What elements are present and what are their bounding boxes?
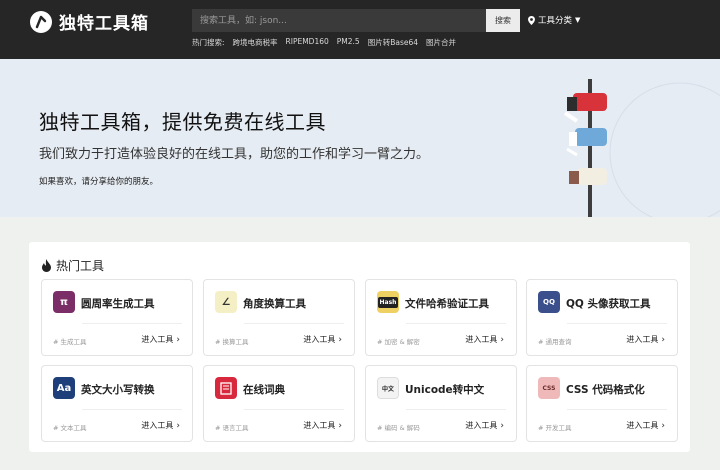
enter-tool-link[interactable]: 进入工具 › — [626, 420, 665, 431]
category-label: 工具分类 — [538, 16, 573, 26]
top-header: 独特工具箱 搜索 工具分类 ▼ 热门搜索: 跨境电商税率 RIPEMD160 P… — [0, 0, 720, 59]
tool-name: 在线词典 — [243, 384, 285, 396]
hot-search-item[interactable]: 图片合并 — [426, 37, 456, 48]
tool-card-css[interactable]: CSS CSS 代码格式化 # 开发工具 进入工具 › — [526, 365, 678, 442]
tool-tag: # 语言工具 — [215, 424, 249, 432]
fire-icon — [42, 259, 51, 272]
tool-tag: # 编码 & 解码 — [377, 424, 420, 432]
tool-name: CSS 代码格式化 — [566, 384, 645, 396]
hero-subtitle: 我们致力于打造体验良好的在线工具，助您的工作和学习一臂之力。 — [39, 147, 430, 162]
qq-icon: QQ — [538, 291, 560, 313]
chevron-right-icon: › — [500, 335, 504, 345]
tool-card-dictionary[interactable]: 在线词典 # 语言工具 进入工具 › — [203, 365, 355, 442]
tool-tag: # 生成工具 — [53, 338, 87, 346]
tool-name: 圆周率生成工具 — [81, 298, 155, 310]
tool-card-case[interactable]: Aa 英文大小写转换 # 文本工具 进入工具 › — [41, 365, 193, 442]
tool-card-angle[interactable]: ∠ 角度换算工具 # 换算工具 进入工具 › — [203, 279, 355, 356]
tool-category-dropdown[interactable]: 工具分类 ▼ — [528, 14, 580, 26]
tool-tag: # 通用查询 — [538, 338, 572, 346]
divider — [82, 409, 182, 410]
chevron-right-icon: › — [338, 335, 342, 345]
enter-tool-link[interactable]: 进入工具 › — [303, 420, 342, 431]
hot-search-item[interactable]: RIPEMD160 — [286, 37, 329, 48]
divider — [82, 323, 182, 324]
chevron-right-icon: › — [661, 335, 665, 345]
enter-tool-link[interactable]: 进入工具 › — [141, 420, 180, 431]
chevron-right-icon: › — [500, 421, 504, 431]
site-name: 独特工具箱 — [59, 14, 149, 34]
enter-tool-link[interactable]: 进入工具 › — [141, 334, 180, 345]
divider — [567, 409, 667, 410]
tool-tag: # 加密 & 解密 — [377, 338, 420, 346]
tool-card-hash[interactable]: Hash 文件哈希验证工具 # 加密 & 解密 进入工具 › — [365, 279, 517, 356]
enter-tool-link[interactable]: 进入工具 › — [303, 334, 342, 345]
tool-tag: # 文本工具 — [53, 424, 87, 432]
chevron-right-icon: › — [176, 421, 180, 431]
tool-name: Unicode转中文 — [405, 384, 485, 396]
hot-search-item[interactable]: 图片转Base64 — [368, 37, 418, 48]
hero-banner: 独特工具箱，提供免费在线工具 我们致力于打造体验良好的在线工具，助您的工作和学习… — [0, 59, 720, 217]
logo-icon — [30, 10, 52, 33]
tool-card-unicode[interactable]: 中文 Unicode转中文 # 编码 & 解码 进入工具 › — [365, 365, 517, 442]
panel-title: 热门工具 — [56, 259, 105, 273]
chevron-right-icon: › — [176, 335, 180, 345]
enter-tool-link[interactable]: 进入工具 › — [465, 334, 504, 345]
hot-search-item[interactable]: 跨境电商税率 — [233, 37, 278, 48]
pi-icon: π — [53, 291, 75, 313]
caret-down-icon: ▼ — [575, 16, 581, 24]
divider — [406, 323, 506, 324]
divider — [244, 323, 344, 324]
tool-name: QQ 头像获取工具 — [566, 298, 651, 310]
hot-search-bar: 热门搜索: 跨境电商税率 RIPEMD160 PM2.5 图片转Base64 图… — [192, 37, 456, 48]
chevron-right-icon: › — [338, 421, 342, 431]
unicode-icon: 中文 — [377, 377, 399, 399]
divider — [244, 409, 344, 410]
panel-header: 热门工具 — [41, 257, 104, 274]
tool-name: 英文大小写转换 — [81, 384, 155, 396]
tool-tag: # 换算工具 — [215, 338, 249, 346]
case-icon: Aa — [53, 377, 75, 399]
enter-tool-link[interactable]: 进入工具 › — [465, 420, 504, 431]
location-pin-icon — [528, 15, 535, 25]
chevron-right-icon: › — [661, 421, 665, 431]
hot-search-label: 热门搜索: — [192, 38, 225, 47]
tool-name: 文件哈希验证工具 — [405, 298, 489, 310]
hero-note: 如果喜欢，请分享给你的朋友。 — [39, 177, 159, 187]
mailbox-illustration — [563, 79, 720, 217]
divider — [406, 409, 506, 410]
hot-tools-panel: 热门工具 π 圆周率生成工具 # 生成工具 进入工具 › ∠ 角度换算工具 # 换… — [29, 242, 690, 452]
divider — [567, 323, 667, 324]
search-button[interactable]: 搜索 — [486, 9, 520, 32]
tool-name: 角度换算工具 — [243, 298, 306, 310]
tool-card-qq[interactable]: QQ QQ 头像获取工具 # 通用查询 进入工具 › — [526, 279, 678, 356]
css-icon: CSS — [538, 377, 560, 399]
dictionary-icon — [215, 377, 237, 399]
tool-card-pi[interactable]: π 圆周率生成工具 # 生成工具 进入工具 › — [41, 279, 193, 356]
hash-icon: Hash — [377, 291, 399, 313]
enter-tool-link[interactable]: 进入工具 › — [626, 334, 665, 345]
search-input[interactable] — [192, 9, 486, 32]
tool-tag: # 开发工具 — [538, 424, 572, 432]
site-logo[interactable]: 独特工具箱 — [30, 9, 149, 34]
angle-icon: ∠ — [215, 291, 237, 313]
hot-search-item[interactable]: PM2.5 — [337, 37, 360, 48]
hero-title: 独特工具箱，提供免费在线工具 — [39, 110, 326, 134]
